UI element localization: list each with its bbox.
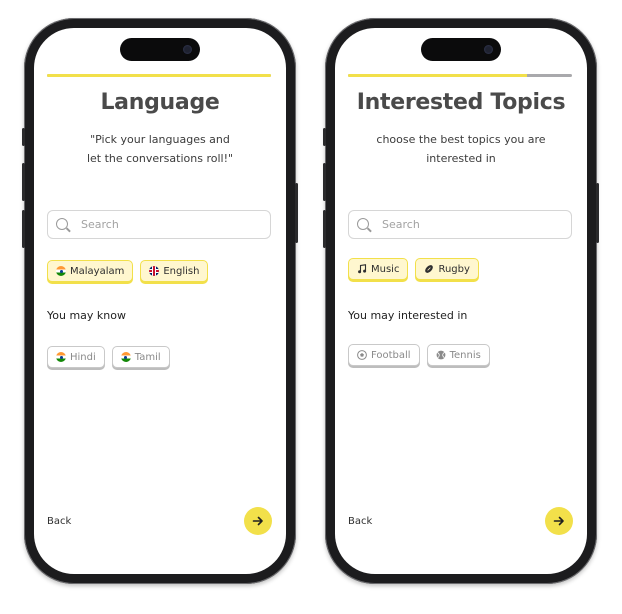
chip-label: Hindi (70, 351, 96, 363)
chip-label: Tamil (134, 351, 161, 363)
topics-screen: Interested Topics choose the best topics… (335, 28, 587, 574)
chip-hindi[interactable]: Hindi (47, 346, 105, 368)
arrow-right-icon (553, 516, 564, 526)
subtitle-line-2: interested in (426, 152, 496, 165)
india-flag-icon (56, 266, 66, 276)
next-button[interactable] (244, 507, 272, 535)
mute-switch (323, 128, 326, 146)
progress-bar (47, 74, 271, 77)
india-flag-icon (56, 352, 66, 362)
search-input[interactable] (81, 215, 261, 233)
camera-icon (484, 45, 493, 54)
subtitle-line-1: choose the best topics you are (376, 133, 546, 146)
back-link[interactable]: Back (348, 516, 372, 527)
phone-frame-language: Language "Pick your languages and let th… (22, 18, 298, 584)
page-title: Interested Topics (356, 90, 566, 115)
chip-tamil[interactable]: Tamil (111, 346, 170, 368)
search-box[interactable] (47, 210, 271, 239)
chip-tennis[interactable]: Tennis (426, 344, 490, 366)
selected-languages: Malayalam English (47, 260, 209, 282)
chip-music[interactable]: Music (348, 258, 409, 280)
page-subtitle: choose the best topics you are intereste… (355, 130, 567, 168)
rugby-ball-icon (425, 265, 434, 273)
dynamic-island (421, 38, 501, 61)
search-icon (56, 218, 68, 230)
progress-fill (47, 74, 271, 77)
progress-fill (348, 74, 528, 77)
subtitle-line-2: let the conversations roll!" (86, 152, 234, 165)
chip-label: Football (371, 349, 411, 361)
next-button[interactable] (545, 507, 573, 535)
back-link[interactable]: Back (47, 516, 71, 527)
chip-label: Music (371, 263, 400, 275)
power-button (295, 183, 298, 243)
tennis-ball-icon (436, 350, 445, 360)
phone-frame-topics: Interested Topics choose the best topics… (323, 18, 599, 584)
progress-bar (348, 74, 572, 77)
uk-flag-icon (149, 266, 160, 276)
search-box[interactable] (348, 210, 572, 239)
volume-down-button (22, 210, 25, 248)
chip-label: English (163, 265, 200, 277)
music-note-icon (358, 264, 367, 274)
language-screen: Language "Pick your languages and let th… (34, 28, 286, 574)
chip-football[interactable]: Football (348, 344, 420, 366)
football-icon (357, 350, 367, 360)
subtitle-line-1: "Pick your languages and (90, 133, 230, 146)
suggested-languages: Hindi Tamil (47, 346, 170, 368)
chip-english[interactable]: English (140, 260, 209, 282)
page-title: Language (100, 90, 220, 115)
mute-switch (22, 128, 25, 146)
dynamic-island (120, 38, 200, 61)
suggestion-heading: You may interested in (348, 309, 468, 322)
power-button (596, 183, 599, 243)
search-input[interactable] (382, 215, 562, 233)
suggestion-heading: You may know (47, 309, 126, 322)
selected-topics: Music Rugby (348, 258, 479, 280)
india-flag-icon (120, 352, 131, 362)
suggested-topics: Football Tennis (348, 344, 490, 366)
chip-label: Malayalam (70, 265, 125, 277)
volume-down-button (323, 210, 326, 248)
chip-malayalam[interactable]: Malayalam (47, 260, 134, 282)
chip-label: Rugby (438, 263, 470, 275)
chip-rugby[interactable]: Rugby (415, 258, 479, 280)
chip-label: Tennis (449, 349, 481, 361)
page-subtitle: "Pick your languages and let the convers… (54, 130, 266, 168)
volume-up-button (22, 163, 25, 201)
search-icon (357, 218, 369, 230)
camera-icon (183, 45, 192, 54)
volume-up-button (323, 163, 326, 201)
arrow-right-icon (252, 516, 263, 526)
